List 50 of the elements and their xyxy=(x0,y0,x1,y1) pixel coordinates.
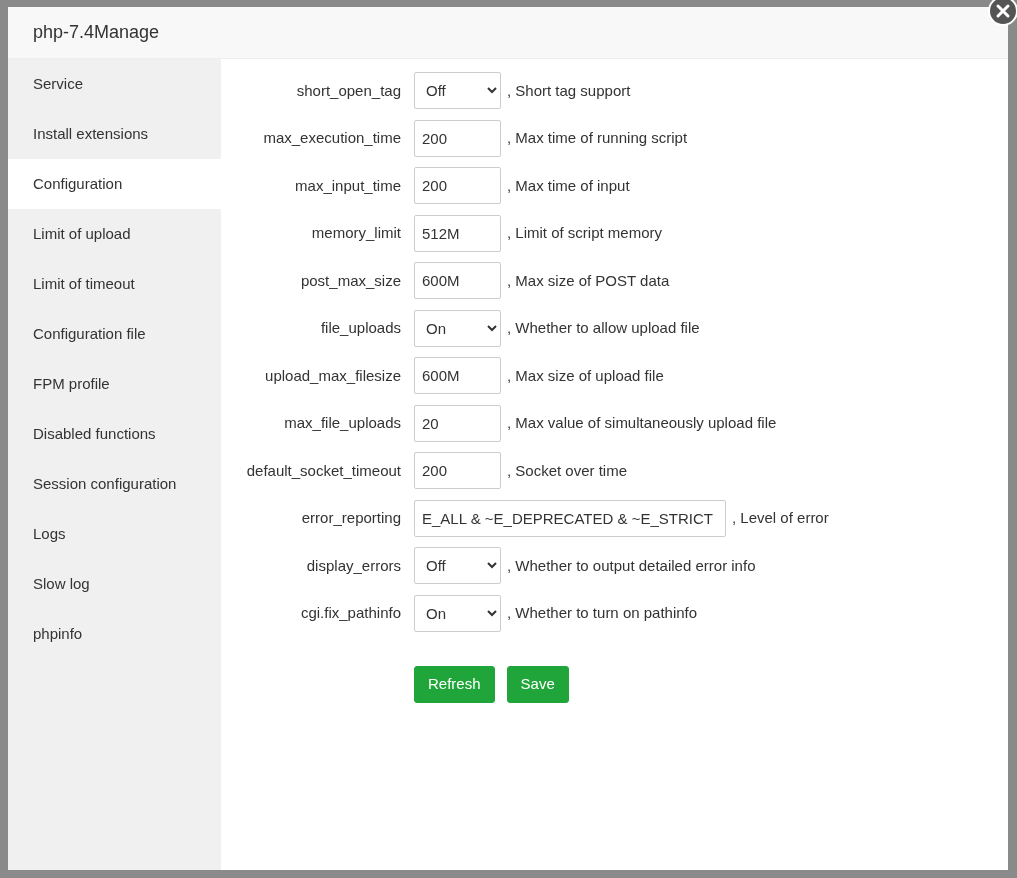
setting-description: , Max time of running script xyxy=(506,128,688,148)
dialog-title: php-7.4Manage xyxy=(33,21,160,44)
setting-description: , Whether to allow upload file xyxy=(506,318,700,338)
setting-label: memory_limit xyxy=(310,223,402,243)
setting-label: display_errors xyxy=(305,555,402,576)
setting-description: , Whether to turn on pathinfo xyxy=(506,603,698,623)
input-field[interactable]: 600M xyxy=(414,357,501,395)
sidebar-item[interactable]: Session configuration xyxy=(8,459,221,509)
sidebar-item[interactable]: Install extensions xyxy=(8,109,221,159)
setting-description: , Max value of simultaneously upload file xyxy=(506,413,777,433)
close-icon[interactable] xyxy=(988,0,1017,26)
input-field[interactable]: E_ALL & ~E_DEPRECATED & ~E_STRICT xyxy=(414,499,726,537)
sidebar-item[interactable]: Logs xyxy=(8,509,221,559)
setting-description: , Max size of upload file xyxy=(506,365,664,386)
sidebar-item[interactable]: Limit of timeout xyxy=(8,259,221,309)
sidebar-item[interactable]: Configuration xyxy=(8,159,221,209)
sidebar-item[interactable]: FPM profile xyxy=(8,359,221,409)
select-field[interactable]: On xyxy=(414,594,501,632)
input-field[interactable]: 512M xyxy=(414,214,501,252)
setting-label: error_reporting xyxy=(300,508,402,528)
setting-label: post_max_size xyxy=(299,270,402,291)
setting-label: max_file_uploads xyxy=(283,413,402,433)
setting-label: max_input_time xyxy=(294,175,402,196)
input-field[interactable]: 200 xyxy=(414,452,501,490)
setting-description: , Socket over time xyxy=(506,460,628,481)
sidebar-item[interactable]: Service xyxy=(8,59,221,109)
input-field[interactable]: 20 xyxy=(414,404,501,442)
setting-description: , Max time of input xyxy=(506,175,630,196)
sidebar-item[interactable]: Slow log xyxy=(8,559,221,609)
setting-label: max_execution_time xyxy=(262,128,402,148)
setting-label: file_uploads xyxy=(319,318,402,338)
setting-description: , Max size of POST data xyxy=(506,270,670,291)
setting-label: upload_max_filesize xyxy=(264,365,402,386)
sidebar-item[interactable]: Limit of upload xyxy=(8,209,221,259)
input-field[interactable]: 200 xyxy=(414,167,501,205)
sidebar-item[interactable]: phpinfo xyxy=(8,609,221,659)
setting-label: short_open_tag xyxy=(295,80,402,101)
setting-label: default_socket_timeout xyxy=(245,460,402,481)
select-field[interactable]: On xyxy=(414,309,501,347)
input-field[interactable]: 600M xyxy=(414,262,501,300)
setting-description: , Level of error xyxy=(731,508,829,528)
sidebar-item[interactable]: Configuration file xyxy=(8,309,221,359)
setting-description: , Limit of script memory xyxy=(506,223,663,243)
setting-label: cgi.fix_pathinfo xyxy=(299,603,402,623)
select-field[interactable]: Off xyxy=(414,547,501,585)
input-field[interactable]: 200 xyxy=(414,119,501,157)
setting-description: , Whether to output detailed error info xyxy=(506,555,756,576)
setting-description: , Short tag support xyxy=(506,80,631,101)
select-field[interactable]: Off xyxy=(414,72,501,110)
sidebar-item[interactable]: Disabled functions xyxy=(8,409,221,459)
